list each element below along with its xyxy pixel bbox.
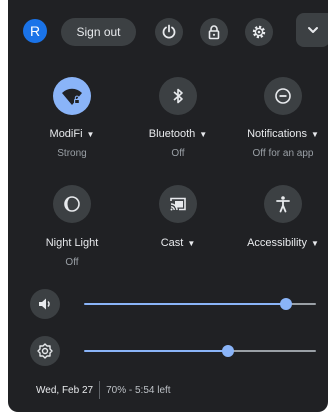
volume-slider-thumb[interactable] bbox=[279, 298, 292, 310]
notifications-menu-button[interactable]: Notifications ▼ bbox=[233, 128, 328, 140]
divider bbox=[99, 381, 101, 399]
brightness-icon bbox=[37, 343, 53, 359]
wifi-toggle-button[interactable] bbox=[53, 77, 91, 115]
settings-button[interactable] bbox=[245, 18, 273, 46]
tile-label: Cast bbox=[160, 237, 184, 249]
battery-status[interactable]: 70% - 5:54 left bbox=[106, 385, 170, 396]
notifications-toggle-button[interactable] bbox=[264, 77, 302, 115]
brightness-button bbox=[30, 336, 60, 366]
cast-menu-button[interactable]: Cast ▼ bbox=[128, 237, 228, 249]
brightness-slider-fill bbox=[84, 350, 228, 352]
bluetooth-icon bbox=[173, 88, 183, 104]
tile-label: Bluetooth bbox=[148, 128, 196, 140]
tile-label: ModiFi bbox=[49, 128, 83, 140]
dropdown-arrow-icon: ▼ bbox=[199, 130, 208, 139]
tile-status: Off bbox=[171, 148, 185, 159]
night-light-toggle-button[interactable] bbox=[53, 185, 91, 223]
accessibility-menu-button[interactable]: Accessibility ▼ bbox=[233, 237, 328, 249]
power-button[interactable] bbox=[155, 18, 183, 46]
brightness-slider-track[interactable] bbox=[227, 350, 316, 352]
sign-out-button[interactable]: Sign out bbox=[61, 18, 136, 46]
mute-button[interactable] bbox=[30, 289, 60, 319]
bluetooth-menu-button[interactable]: Bluetooth ▼ bbox=[128, 128, 228, 140]
tile-label: Notifications bbox=[247, 128, 307, 140]
tile-label: Accessibility bbox=[247, 237, 307, 249]
tile-status: Off for an app bbox=[252, 148, 314, 159]
settings-icon bbox=[252, 25, 266, 39]
cast-toggle-button[interactable] bbox=[159, 185, 197, 223]
accessibility-icon bbox=[276, 196, 290, 213]
chevron-down-icon bbox=[308, 27, 318, 33]
accessibility-toggle-button[interactable] bbox=[264, 185, 302, 223]
notifications-icon bbox=[275, 88, 291, 104]
tile-status: Strong bbox=[57, 148, 87, 159]
brightness-slider-thumb[interactable] bbox=[221, 345, 234, 357]
power-icon bbox=[162, 24, 176, 39]
dropdown-arrow-icon: ▼ bbox=[86, 130, 95, 139]
tile-status: Off bbox=[65, 257, 79, 268]
dropdown-arrow-icon: ▼ bbox=[311, 130, 319, 139]
volume-icon bbox=[39, 298, 50, 310]
status-footer: Wed, Feb 27 70% - 5:54 left bbox=[36, 381, 171, 399]
date-label[interactable]: Wed, Feb 27 bbox=[36, 385, 93, 396]
cast-icon bbox=[170, 197, 186, 211]
volume-slider-fill bbox=[84, 303, 286, 305]
night-light-icon bbox=[64, 196, 80, 212]
wifi-menu-button[interactable]: ModiFi ▼ bbox=[22, 128, 122, 140]
dropdown-arrow-icon: ▼ bbox=[187, 239, 196, 248]
avatar[interactable]: R bbox=[23, 19, 47, 43]
dropdown-arrow-icon: ▼ bbox=[310, 239, 319, 248]
lock-button[interactable] bbox=[200, 18, 228, 46]
lock-icon bbox=[208, 25, 220, 40]
quick-settings-panel: R Sign out ModiFi ▼ Strong Bluetooth ▼ O… bbox=[8, 0, 328, 412]
collapse-button[interactable] bbox=[296, 13, 328, 47]
bluetooth-toggle-button[interactable] bbox=[159, 77, 197, 115]
wifi-icon bbox=[62, 88, 82, 105]
tile-label: Night Light bbox=[45, 237, 99, 249]
